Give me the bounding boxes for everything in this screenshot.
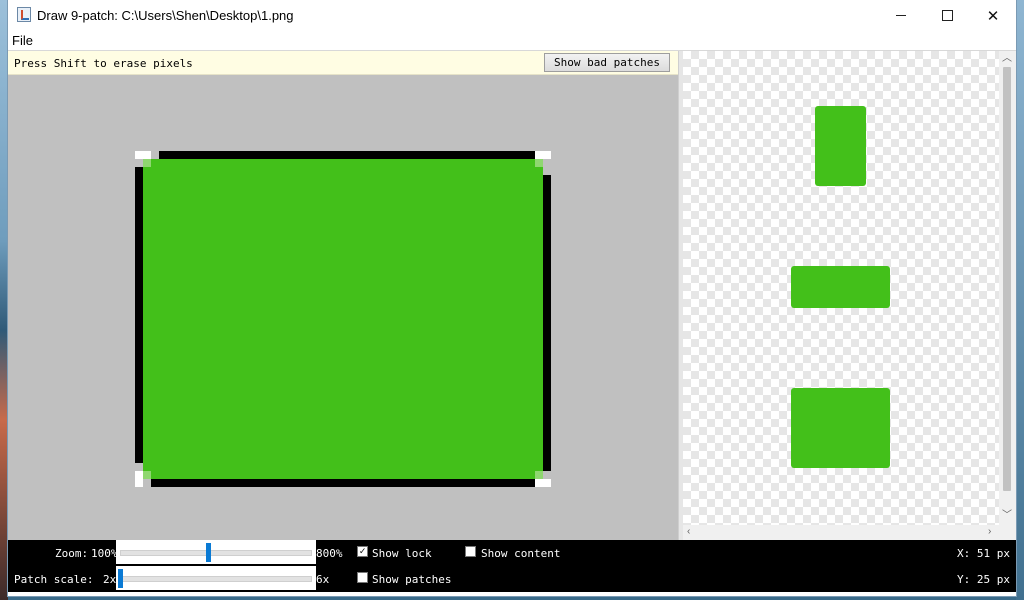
zoom-slider-thumb[interactable] [206,543,212,562]
corner-pixel [135,479,143,487]
close-icon: ✕ [986,7,1000,25]
scrollbar-corner [999,525,1016,540]
patch-scale-min-label: 2x [103,573,117,586]
menu-bar: File [8,31,1016,51]
hint-bar: Press Shift to erase pixels Show bad pat… [8,51,678,75]
scroll-arrow-right-icon[interactable]: › [988,527,991,537]
zoom-max-label: 800% [316,547,343,560]
cursor-y-readout: Y: 25 px [957,573,1010,586]
show-content-checkbox[interactable] [465,546,476,557]
stretch-preview-pane [683,51,999,525]
maximize-icon [941,10,953,21]
scroll-arrow-down-icon[interactable]: ﹀ [1002,511,1012,521]
hint-text: Press Shift to erase pixels [14,57,193,70]
app-icon [17,7,31,22]
zoom-min-label: 100% [91,547,118,560]
corner-pixel [143,151,151,159]
minimize-button[interactable] [878,0,924,31]
cursor-x-readout: X: 51 px [957,547,1010,560]
corner-pixel [543,479,551,487]
top-stretch-marker[interactable] [159,151,535,159]
desktop-background [0,0,8,600]
both-stretch-preview [791,388,890,468]
zoom-label: Zoom: [55,547,89,560]
corner-antialias-pixel [535,159,543,167]
corner-pixel [535,151,543,159]
vertical-stretch-preview [815,106,866,186]
scrollbar-thumb[interactable] [1003,67,1011,491]
corner-pixel [535,479,543,487]
corner-pixel [135,471,143,479]
zoom-slider[interactable] [116,540,316,564]
check-icon: ✓ [359,546,366,557]
menu-file[interactable]: File [12,33,33,48]
patch-scale-slider-thumb[interactable] [118,569,123,588]
corner-antialias-pixel [143,471,151,479]
show-patches-checkbox[interactable] [357,572,368,583]
show-lock-checkbox[interactable]: ✓ [357,546,368,557]
nine-patch-image[interactable] [135,151,551,487]
scroll-arrow-left-icon[interactable]: ‹ [687,527,690,537]
left-stretch-marker[interactable] [135,167,143,463]
window-title: Draw 9-patch: C:\Users\Shen\Desktop\1.pn… [37,8,294,23]
corner-antialias-pixel [535,471,543,479]
show-lock-label[interactable]: Show lock [372,547,432,560]
horizontal-stretch-preview [791,266,890,308]
title-bar[interactable]: Draw 9-patch: C:\Users\Shen\Desktop\1.pn… [8,0,1016,31]
minimize-icon [896,15,906,16]
draw9patch-window: Draw 9-patch: C:\Users\Shen\Desktop\1.pn… [8,0,1016,596]
slider-track [120,550,312,556]
show-content-label[interactable]: Show content [481,547,560,560]
close-button[interactable]: ✕ [970,0,1016,31]
corner-pixel [135,151,143,159]
corner-antialias-pixel [143,159,151,167]
show-bad-patches-button[interactable]: Show bad patches [544,53,670,72]
maximize-button[interactable] [924,0,970,31]
scroll-arrow-up-icon[interactable]: ︿ [1002,54,1012,64]
corner-pixel [543,151,551,159]
window-bottom-border [8,592,1016,596]
control-panel: Zoom: 100% 800% ✓ Show lock Show content… [8,540,1016,592]
patch-content-area[interactable] [143,159,543,479]
patch-scale-max-label: 6x [316,573,330,586]
show-patches-label[interactable]: Show patches [372,573,451,586]
patch-scale-slider[interactable] [116,566,316,590]
bottom-padding-marker[interactable] [151,479,535,487]
preview-horizontal-scrollbar[interactable]: ‹ › [683,525,999,540]
desktop-background-right [1016,0,1024,600]
right-padding-marker[interactable] [543,175,551,471]
slider-track [120,576,312,582]
preview-vertical-scrollbar[interactable]: ︿ ﹀ [999,51,1016,525]
patch-scale-label: Patch scale: [14,573,94,586]
patch-editor-canvas[interactable]: Press Shift to erase pixels Show bad pat… [8,51,678,540]
